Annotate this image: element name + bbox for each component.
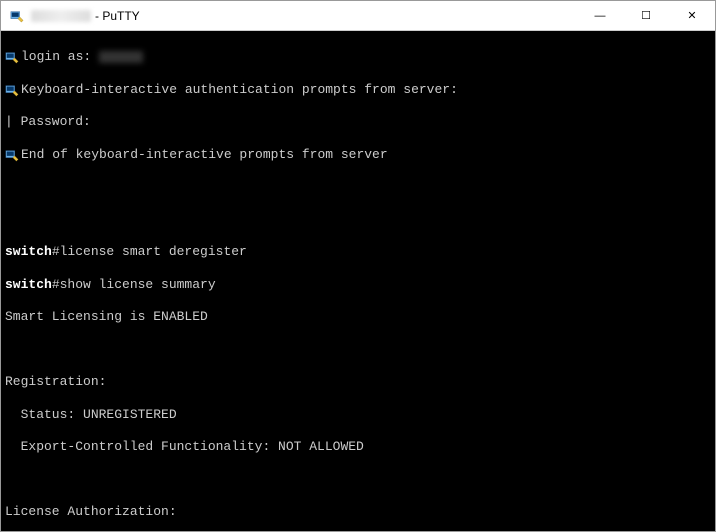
kbd-auth-text: Keyboard-interactive authentication prom…: [21, 82, 458, 98]
output-text: Export-Controlled Functionality: NOT ALL…: [5, 439, 364, 455]
command-text: #license smart deregister: [52, 244, 247, 260]
output-text: License Authorization:: [5, 504, 177, 520]
prompt-host: switch: [5, 277, 52, 293]
redacted-username: [99, 51, 143, 63]
close-button[interactable]: ✕: [669, 1, 715, 30]
terminal-line: Keyboard-interactive authentication prom…: [5, 82, 711, 98]
terminal-line: License Authorization:: [5, 504, 711, 520]
putty-app-icon: [9, 8, 25, 24]
terminal-line: Status: UNREGISTERED: [5, 407, 711, 423]
end-kbd-text: End of keyboard-interactive prompts from…: [21, 147, 388, 163]
putty-line-icon: [5, 50, 19, 64]
terminal-line: Export-Controlled Functionality: NOT ALL…: [5, 439, 711, 455]
output-text: Status: UNREGISTERED: [5, 407, 177, 423]
terminal-line: [5, 342, 711, 358]
title-suffix: - PuTTY: [95, 9, 140, 23]
window-titlebar: - PuTTY — ☐ ✕: [1, 1, 715, 31]
terminal-line: [5, 212, 711, 228]
output-text: Smart Licensing is ENABLED: [5, 309, 208, 325]
terminal-output[interactable]: login as: Keyboard-interactive authentic…: [1, 31, 715, 531]
login-as-text: login as:: [21, 49, 91, 65]
output-text: Registration:: [5, 374, 106, 390]
prompt-line: switch #show license summary: [5, 277, 711, 293]
terminal-line: [5, 472, 711, 488]
maximize-button[interactable]: ☐: [623, 1, 669, 30]
terminal-line: Smart Licensing is ENABLED: [5, 309, 711, 325]
prompt-line: switch #license smart deregister: [5, 244, 711, 260]
redacted-hostname: [31, 10, 91, 22]
command-text: #show license summary: [52, 277, 216, 293]
prompt-host: switch: [5, 244, 52, 260]
minimize-button[interactable]: —: [577, 1, 623, 30]
terminal-line: End of keyboard-interactive prompts from…: [5, 147, 711, 163]
terminal-line: Registration:: [5, 374, 711, 390]
terminal-line: [5, 179, 711, 195]
window-title: - PuTTY: [31, 9, 577, 23]
putty-line-icon: [5, 83, 19, 97]
putty-line-icon: [5, 148, 19, 162]
window-controls: — ☐ ✕: [577, 1, 715, 30]
password-text: | Password:: [5, 114, 91, 130]
terminal-line: | Password:: [5, 114, 711, 130]
terminal-line: login as:: [5, 49, 711, 65]
